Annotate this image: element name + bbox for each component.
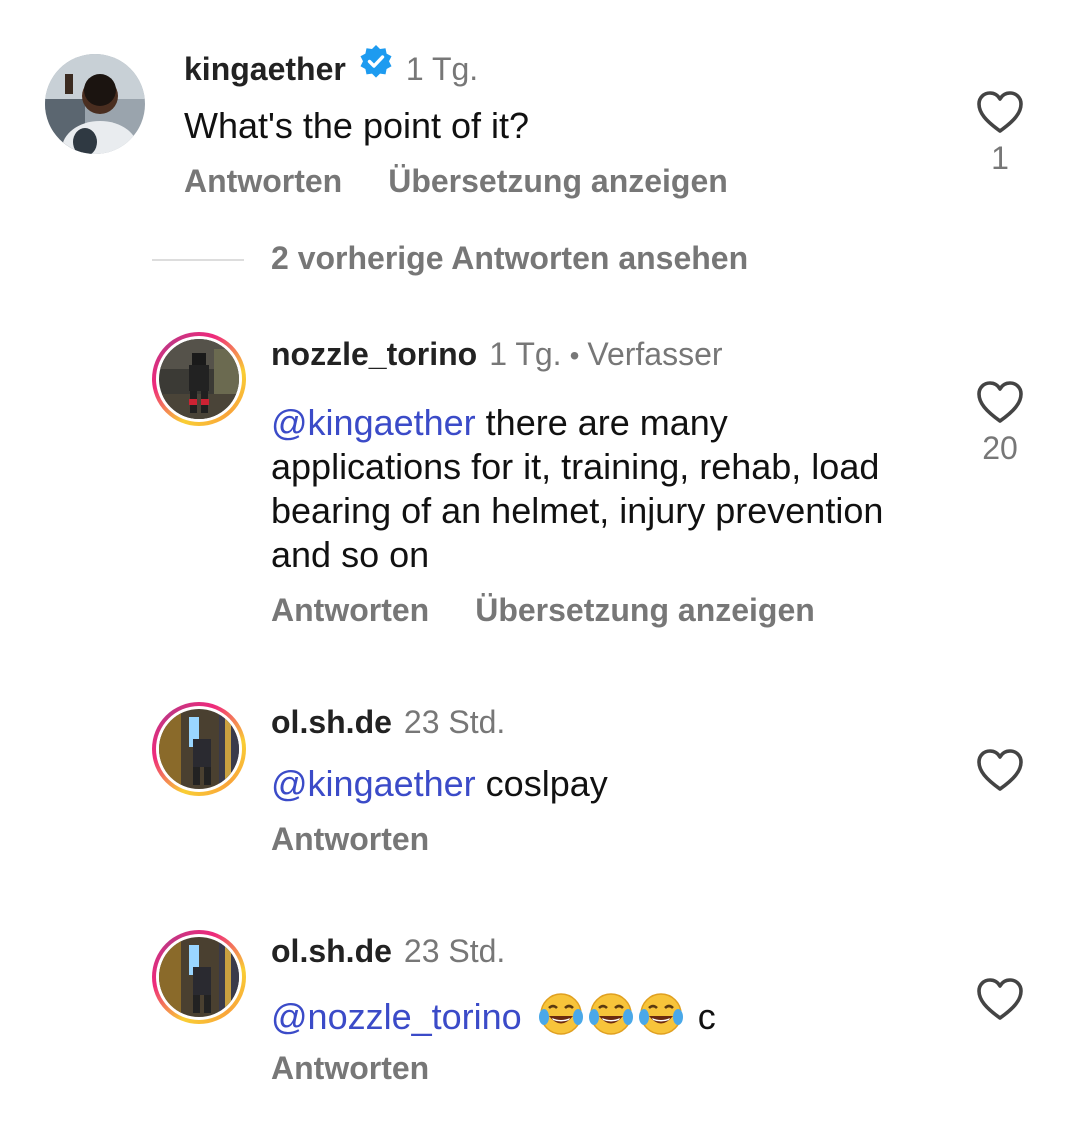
username[interactable]: kingaether [184, 51, 346, 88]
like-button[interactable] [970, 748, 1030, 792]
avatar[interactable] [152, 332, 246, 426]
timestamp: 23 Std. [403, 704, 506, 740]
mention-link[interactable]: @kingaether [271, 763, 476, 804]
username[interactable]: ol.sh.de [271, 704, 392, 741]
heart-outline-icon[interactable] [976, 90, 1024, 134]
like-button[interactable] [970, 977, 1030, 1021]
like-count: 20 [982, 430, 1018, 466]
heart-outline-icon[interactable] [976, 380, 1024, 424]
comment-body: What's the point of it? [184, 105, 530, 146]
translate-button[interactable]: Übersetzung anzeigen [475, 592, 815, 629]
avatar[interactable] [152, 702, 246, 796]
like-button[interactable]: 20 [970, 380, 1030, 467]
separator-dot: • [569, 340, 580, 371]
avatar[interactable] [152, 930, 246, 1024]
author-label: Verfasser [587, 336, 723, 372]
comment-text: @nozzle_torino c [271, 991, 716, 1039]
comment-body: c [687, 996, 716, 1037]
mention-link[interactable]: @nozzle_torino [271, 996, 522, 1037]
username[interactable]: nozzle_torino [271, 336, 477, 373]
like-button[interactable]: 1 [970, 90, 1030, 177]
face-with-tears-of-joy-icon [588, 991, 634, 1037]
avatar[interactable] [45, 54, 145, 154]
reply-button[interactable]: Antworten [271, 592, 429, 629]
like-count: 1 [991, 140, 1009, 176]
verified-badge-icon [358, 44, 394, 80]
mention-link[interactable]: @kingaether [271, 402, 476, 443]
timestamp: 1 Tg. [405, 51, 479, 87]
heart-outline-icon[interactable] [976, 977, 1024, 1021]
divider [152, 259, 244, 261]
comment-text: What's the point of it? [184, 104, 529, 148]
face-with-tears-of-joy-icon [638, 991, 684, 1037]
view-previous-replies-button[interactable]: 2 vorherige Antworten ansehen [271, 240, 748, 277]
timestamp: 23 Std. [403, 933, 506, 969]
timestamp: 1 Tg. [489, 336, 562, 372]
translate-button[interactable]: Übersetzung anzeigen [388, 163, 728, 200]
comment-text: @kingaether coslpay [271, 762, 608, 806]
comment-text: @kingaether there are many applications … [271, 401, 911, 577]
reply-button[interactable]: Antworten [271, 1050, 429, 1087]
comment-body: coslpay [475, 763, 608, 804]
reply-button[interactable]: Antworten [271, 821, 429, 858]
reply-button[interactable]: Antworten [184, 163, 342, 200]
username[interactable]: ol.sh.de [271, 933, 392, 970]
heart-outline-icon[interactable] [976, 748, 1024, 792]
face-with-tears-of-joy-icon [538, 991, 584, 1037]
